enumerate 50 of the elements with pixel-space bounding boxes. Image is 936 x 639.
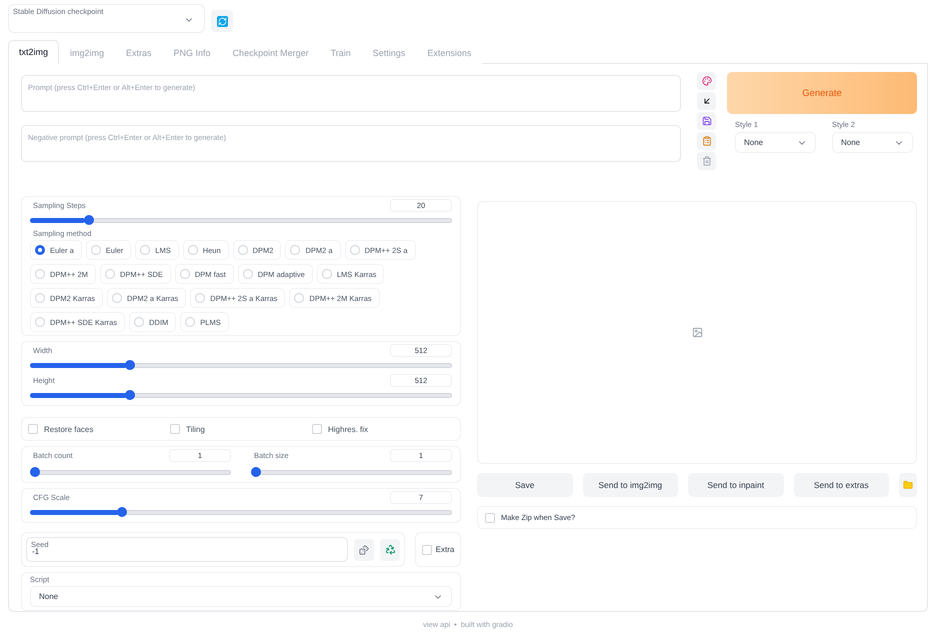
option-checkbox[interactable]: Tiling: [170, 424, 312, 434]
palette-icon: [702, 76, 712, 86]
checkbox[interactable]: [312, 424, 322, 434]
style-dropdown[interactable]: None: [735, 132, 816, 153]
output-button[interactable]: Send to img2img: [582, 473, 678, 497]
checkbox[interactable]: [28, 424, 38, 434]
slider-track[interactable]: [30, 390, 452, 400]
slider-thumb[interactable]: [30, 467, 40, 477]
slider-track[interactable]: [251, 467, 452, 477]
clipboard-icon: [702, 136, 712, 146]
option-checkbox[interactable]: Restore faces: [28, 424, 170, 434]
trash-icon: [702, 156, 712, 166]
slider-thumb[interactable]: [116, 507, 127, 517]
slider-thumb[interactable]: [251, 467, 261, 477]
palette-button[interactable]: [697, 72, 716, 90]
dice-icon: [359, 544, 369, 554]
option-checkbox[interactable]: Highres. fix: [312, 424, 454, 434]
style-dropdown[interactable]: None: [832, 132, 913, 153]
floppy-icon: [702, 116, 712, 126]
folder-icon: [903, 480, 913, 490]
arrow-button[interactable]: [697, 92, 716, 110]
dice-button[interactable]: [354, 538, 374, 560]
slider-track[interactable]: [30, 467, 231, 477]
save-style-button[interactable]: [697, 112, 716, 130]
trash-button[interactable]: [697, 152, 716, 170]
arrow-icon: [702, 96, 712, 106]
script-dropdown[interactable]: None: [30, 586, 452, 607]
recycle-button[interactable]: [380, 538, 400, 560]
clipboard-button[interactable]: [697, 132, 716, 150]
image-icon: [692, 327, 702, 338]
checkbox[interactable]: [170, 424, 180, 434]
tab[interactable]: txt2img: [8, 40, 60, 64]
folder-button[interactable]: [899, 473, 917, 497]
slider-track[interactable]: [30, 360, 452, 370]
output-button[interactable]: Send to extras: [794, 473, 889, 497]
checkbox[interactable]: [485, 512, 495, 522]
slider-track[interactable]: [30, 507, 452, 517]
output-button[interactable]: Save: [477, 473, 572, 497]
slider-thumb[interactable]: [124, 360, 135, 370]
radio-button[interactable]: [35, 245, 45, 255]
extra-checkbox[interactable]: Extra: [415, 532, 461, 567]
checkbox[interactable]: [422, 544, 432, 554]
slider-thumb[interactable]: [84, 215, 94, 225]
output-button[interactable]: Send to inpaint: [688, 473, 784, 497]
slider-thumb[interactable]: [124, 390, 135, 400]
recycle-icon: [384, 544, 396, 555]
refresh-icon: [216, 16, 228, 26]
slider-track[interactable]: [30, 215, 452, 225]
extra-label: Extra: [436, 545, 454, 554]
refresh-button[interactable]: [211, 10, 233, 32]
